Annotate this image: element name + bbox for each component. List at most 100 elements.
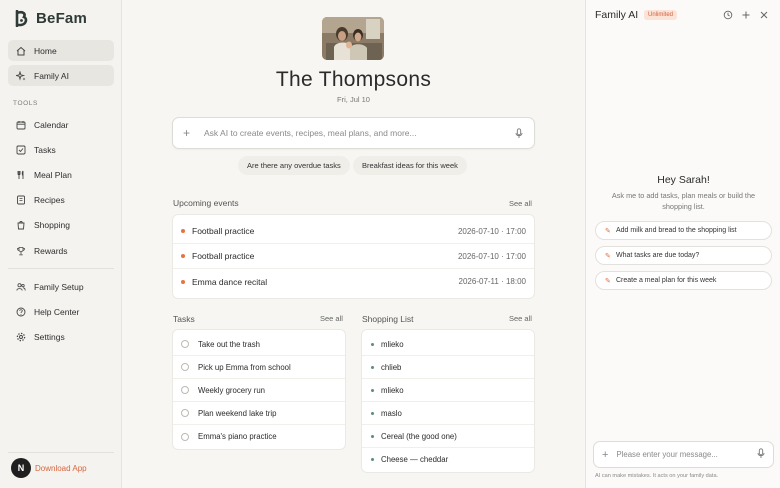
event-title: Football practice <box>192 251 255 261</box>
shopping-item[interactable]: Cereal (the good one) <box>362 425 534 448</box>
task-row[interactable]: Pick up Emma from school <box>173 356 345 379</box>
sidebar-item-label: Settings <box>34 331 65 342</box>
plus-icon[interactable]: + <box>183 126 197 140</box>
ai-suggestion-label: What tasks are due today? <box>616 252 700 259</box>
ai-disclaimer: AI can make mistakes. It acts on your fa… <box>595 473 719 479</box>
home-icon <box>15 45 26 56</box>
microphone-icon[interactable] <box>514 127 524 139</box>
panel-greeting: Hey Sarah! <box>657 174 710 186</box>
close-icon[interactable] <box>758 9 769 20</box>
tools-section-label: TOOLS <box>13 100 38 107</box>
ai-suggestion-label: Add milk and bread to the shopping list <box>616 227 737 234</box>
sidebar-item-label: Rewards <box>34 245 68 256</box>
trophy-icon <box>15 245 26 256</box>
event-row[interactable]: Football practice 2026-07-10 · 17:00 <box>173 219 534 244</box>
task-checkbox[interactable] <box>181 340 189 348</box>
upcoming-events-see-all-link[interactable]: See all <box>509 199 532 208</box>
event-title: Emma dance recital <box>192 276 268 287</box>
sidebar-item-label: Family Setup <box>34 281 84 292</box>
task-row[interactable]: Emma's piano practice <box>173 425 345 448</box>
task-label: Emma's piano practice <box>198 432 277 441</box>
suggestion-chip-overdue[interactable]: Are there any overdue tasks <box>238 156 350 175</box>
task-row[interactable]: Take out the trash <box>173 333 345 356</box>
sidebar-item-shopping[interactable]: Shopping <box>8 214 114 235</box>
task-checkbox[interactable] <box>181 363 189 371</box>
shopping-item[interactable]: chlieb <box>362 356 534 379</box>
plus-icon[interactable]: + <box>602 449 608 461</box>
sidebar-item-tasks[interactable]: Tasks <box>8 139 114 160</box>
microphone-icon[interactable] <box>757 446 765 464</box>
avatar[interactable]: N <box>11 458 31 478</box>
shopping-list-card: mlieko chlieb mlieko maslo Cereal (the g… <box>361 329 535 473</box>
page-date: Fri, Jul 10 <box>337 95 370 104</box>
event-dot <box>181 229 185 233</box>
sidebar-item-help-center[interactable]: Help Center <box>8 301 114 322</box>
task-checkbox[interactable] <box>181 432 189 441</box>
message-box[interactable]: + <box>593 441 774 468</box>
shopping-dot <box>371 411 374 415</box>
ai-suggestion-button[interactable]: ✎ Add milk and bread to the shopping list <box>595 221 772 240</box>
shopping-item-label: Cereal (the good one) <box>381 431 457 441</box>
event-title: Football practice <box>192 226 255 236</box>
sidebar-item-label: Home <box>34 45 57 56</box>
sidebar-item-label: Calendar <box>34 119 69 130</box>
sidebar-item-family-setup[interactable]: Family Setup <box>8 276 114 297</box>
upcoming-events-card: Football practice 2026-07-10 · 17:00 Foo… <box>172 214 535 299</box>
event-datetime: 2026-07-11 · 18:00 <box>458 277 526 286</box>
suggestion-chip-breakfast[interactable]: Breakfast ideas for this week <box>353 156 467 175</box>
ask-ai-box[interactable]: + <box>172 117 535 149</box>
shopping-list-see-all-link[interactable]: See all <box>509 314 532 323</box>
task-label: Plan weekend lake trip <box>198 408 277 418</box>
task-label: Take out the trash <box>198 339 260 349</box>
family-ai-panel: Family AI Unlimited Hey Sarah! Ask me to… <box>585 0 780 488</box>
ask-ai-input[interactable] <box>204 128 514 138</box>
sidebar-item-meal-plan[interactable]: Meal Plan <box>8 164 114 185</box>
shopping-item-label: mlieko <box>381 339 404 349</box>
befam-logo-icon <box>14 9 30 27</box>
panel-subtitle: Ask me to add tasks, plan meals or build… <box>611 191 756 211</box>
shopping-item[interactable]: Cheese — cheddar <box>362 448 534 471</box>
task-checkbox[interactable] <box>181 386 189 394</box>
shopping-item[interactable]: mlieko <box>362 379 534 402</box>
panel-title: Family AI <box>595 9 639 21</box>
sidebar-item-label: Meal Plan <box>34 169 72 180</box>
shopping-item[interactable]: mlieko <box>362 333 534 356</box>
task-checkbox[interactable] <box>181 409 189 417</box>
sidebar-item-label: Family AI <box>34 70 69 81</box>
sidebar-item-settings[interactable]: Settings <box>8 326 114 347</box>
upcoming-events-heading: Upcoming events <box>173 198 239 208</box>
family-photo <box>322 17 384 60</box>
checkbox-icon <box>15 144 26 155</box>
download-app-button[interactable]: N Download App <box>11 458 87 478</box>
ai-suggestion-label: Create a meal plan for this week <box>616 277 717 284</box>
sparkle-icon: ✎ <box>605 277 611 285</box>
shopping-bag-icon <box>15 219 26 230</box>
event-row[interactable]: Emma dance recital 2026-07-11 · 18:00 <box>173 269 534 294</box>
shopping-item-label: maslo <box>381 408 402 418</box>
sidebar-item-family-ai[interactable]: Family AI <box>8 65 114 86</box>
gear-icon <box>15 331 26 342</box>
shopping-item-label: Cheese — cheddar <box>381 455 449 464</box>
download-app-label[interactable]: Download App <box>35 464 87 473</box>
sidebar-item-home[interactable]: Home <box>8 40 114 61</box>
task-row[interactable]: Weekly grocery run <box>173 379 345 402</box>
main-content: The Thompsons Fri, Jul 10 + Are there an… <box>122 0 585 488</box>
sparkle-icon: ✎ <box>605 227 611 235</box>
task-row[interactable]: Plan weekend lake trip <box>173 402 345 425</box>
event-datetime: 2026-07-10 · 17:00 <box>457 251 526 261</box>
sidebar-item-rewards[interactable]: Rewards <box>8 240 114 261</box>
message-input[interactable] <box>616 450 757 459</box>
tasks-see-all-link[interactable]: See all <box>320 314 343 323</box>
event-row[interactable]: Football practice 2026-07-10 · 17:00 <box>173 244 534 269</box>
brand[interactable]: BeFam <box>14 9 87 27</box>
event-dot <box>181 254 185 258</box>
sidebar-item-recipes[interactable]: Recipes <box>8 189 114 210</box>
calendar-icon <box>15 119 26 130</box>
shopping-item[interactable]: maslo <box>362 402 534 425</box>
new-chat-plus-icon[interactable] <box>740 9 751 20</box>
ai-suggestion-button[interactable]: ✎ Create a meal plan for this week <box>595 271 772 290</box>
sidebar-item-calendar[interactable]: Calendar <box>8 114 114 135</box>
sidebar-item-label: Help Center <box>34 306 80 317</box>
ai-suggestion-button[interactable]: ✎ What tasks are due today? <box>595 246 772 265</box>
history-icon[interactable] <box>722 9 733 20</box>
